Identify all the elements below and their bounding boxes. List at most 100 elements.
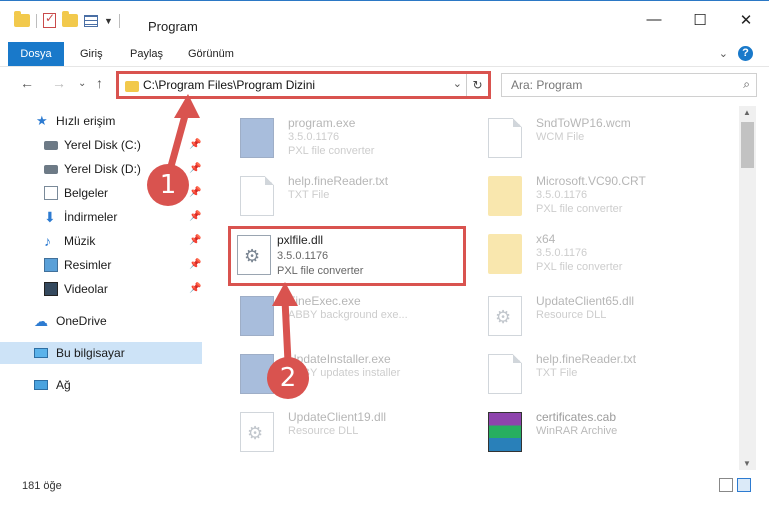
sidebar-item-this-pc[interactable]: Bu bilgisayar <box>0 342 202 364</box>
forward-arrow-icon[interactable]: → <box>52 75 66 91</box>
pin-icon[interactable]: 📌 <box>189 211 201 222</box>
videos-icon <box>44 282 58 296</box>
address-path[interactable]: C:\Program Files\Program Dizini <box>143 78 315 92</box>
properties-icon[interactable] <box>84 14 98 27</box>
navigation-bar: ← → ⌄ ↑ C:\Program Files\Program Dizini … <box>0 66 769 102</box>
folder-icon <box>488 176 522 216</box>
folder-icon[interactable] <box>14 11 30 27</box>
pin-icon[interactable]: 📌 <box>189 235 201 246</box>
sidebar-item-quick-access[interactable]: ★ Hızlı erişim <box>0 110 202 132</box>
file-type: Resource DLL <box>288 425 359 437</box>
status-bar: 181 öğe <box>0 472 769 507</box>
folder-icon <box>488 234 522 274</box>
refresh-icon[interactable]: ↻ <box>466 74 488 96</box>
ribbon-right: ⌄ ? <box>719 46 753 61</box>
cloud-icon: ☁ <box>34 313 48 329</box>
item-count: 181 öğe <box>22 480 62 492</box>
sidebar-item-label: Hızlı erişim <box>56 114 116 128</box>
file-type: WinRAR Archive <box>536 425 618 437</box>
tab-file[interactable]: Dosya <box>8 42 64 66</box>
file-type: TXT File <box>288 189 330 201</box>
tab-home[interactable]: Giriş <box>80 42 103 66</box>
file-name: SndToWP16.wcm <box>536 116 631 130</box>
dll-gear-icon <box>240 412 274 452</box>
file-description: ABBY background exe... <box>288 309 408 321</box>
details-view-icon[interactable] <box>719 478 733 492</box>
ribbon-expand-icon[interactable]: ⌄ <box>719 47 728 60</box>
view-toggles <box>719 478 751 492</box>
scrollbar-thumb[interactable] <box>741 122 754 168</box>
separator <box>36 13 37 28</box>
window-title: Program <box>148 19 198 34</box>
sidebar-item-label: Videolar <box>64 282 108 296</box>
address-dropdown-icon[interactable]: ⌄ <box>453 77 462 90</box>
list-item[interactable]: x64 3.5.0.1176 PXL file converter <box>472 226 720 284</box>
help-icon[interactable]: ? <box>738 46 753 61</box>
close-button[interactable]: ✕ <box>723 11 769 29</box>
customize-dropdown-icon[interactable]: ▼ <box>104 16 113 26</box>
list-item[interactable]: FineExec.exe ABBY background exe... <box>224 288 472 346</box>
search-input[interactable]: Ara: Program ⌕ <box>501 73 757 97</box>
list-item[interactable]: help.fineReader.txt TXT File <box>224 168 472 226</box>
disk-icon <box>44 165 58 174</box>
tab-view[interactable]: Görünüm <box>188 42 234 66</box>
pin-icon[interactable]: 📌 <box>189 187 201 198</box>
search-icon[interactable]: ⌕ <box>743 77 750 92</box>
scroll-up-icon[interactable]: ▲ <box>743 108 751 117</box>
sidebar-item-label: Yerel Disk (D:) <box>64 162 141 176</box>
list-item[interactable]: program.exe 3.5.0.1176 PXL file converte… <box>224 110 472 168</box>
file-description: PXL file converter <box>536 203 623 215</box>
minimize-button[interactable]: — <box>631 11 677 29</box>
list-item[interactable]: certificates.cab WinRAR Archive <box>472 404 720 462</box>
sidebar-item-onedrive[interactable]: ☁ OneDrive <box>0 310 202 332</box>
pin-icon[interactable]: 📌 <box>189 139 201 150</box>
file-name: x64 <box>536 232 556 246</box>
list-item[interactable]: UpdateInstaller.exe ABBY updates install… <box>224 346 472 404</box>
file-version: 3.5.0.1176 <box>536 247 588 259</box>
file-description: PXL file converter <box>536 261 623 273</box>
file-version: 3.5.0.1176 <box>277 250 329 262</box>
sidebar-item-network[interactable]: Ağ <box>0 374 202 396</box>
tab-share[interactable]: Paylaş <box>130 42 163 66</box>
scroll-down-icon[interactable]: ▼ <box>743 459 751 468</box>
file-name: help.fineReader.txt <box>536 352 637 366</box>
pin-icon[interactable]: 📌 <box>189 283 201 294</box>
disk-icon <box>44 141 58 150</box>
pin-icon[interactable]: 📌 <box>189 259 201 270</box>
sidebar-item-label: Belgeler <box>64 186 109 200</box>
list-item[interactable]: Microsoft.VC90.CRT 3.5.0.1176 PXL file c… <box>472 168 720 226</box>
list-item[interactable]: UpdateClient65.dll Resource DLL <box>472 288 720 346</box>
tiles-view-icon[interactable] <box>737 478 751 492</box>
sidebar-item-label: İndirmeler <box>64 210 118 224</box>
network-icon <box>34 380 48 390</box>
list-item[interactable]: UpdateClient19.dll Resource DLL <box>224 404 472 462</box>
list-item[interactable]: help.fineReader.txt TXT File <box>472 346 720 404</box>
sidebar-item-pictures[interactable]: Resimler 📌 <box>0 254 202 276</box>
address-bar[interactable]: C:\Program Files\Program Dizini ⌄ ↻ <box>116 71 491 99</box>
title-bar: ▼ Program — ☐ ✕ <box>0 0 769 40</box>
sidebar-item-videos[interactable]: Videolar 📌 <box>0 278 202 300</box>
application-icon <box>240 296 274 336</box>
new-folder-icon[interactable] <box>62 11 78 27</box>
file-version: 3.5.0.1176 <box>536 189 588 201</box>
maximize-button[interactable]: ☐ <box>677 11 723 29</box>
recent-locations-icon[interactable]: ⌄ <box>78 78 86 89</box>
sidebar-item-downloads[interactable]: ⬇ İndirmeler 📌 <box>0 206 202 228</box>
sidebar-item-disk-c[interactable]: Yerel Disk (C:) 📌 <box>0 134 202 156</box>
list-item-pxlfile[interactable]: pxlfile.dll 3.5.0.1176 PXL file converte… <box>228 226 466 286</box>
file-description: PXL file converter <box>288 145 375 157</box>
sidebar-item-label: Resimler <box>64 258 112 272</box>
step-2-badge: 2 <box>267 357 309 399</box>
properties-check-icon[interactable] <box>43 11 56 28</box>
list-item[interactable]: SndToWP16.wcm WCM File <box>472 110 720 168</box>
pictures-icon <box>44 258 58 272</box>
up-arrow-icon[interactable]: ↑ <box>96 75 103 91</box>
pin-icon[interactable]: 📌 <box>189 163 201 174</box>
file-name: pxlfile.dll <box>277 233 324 247</box>
sidebar-item-music[interactable]: ♪ Müzik 📌 <box>0 230 202 252</box>
sidebar-item-label: Ağ <box>56 378 71 392</box>
back-arrow-icon[interactable]: ← <box>20 75 34 91</box>
vertical-scrollbar[interactable]: ▲ ▼ <box>739 106 756 470</box>
search-placeholder: Ara: Program <box>511 78 583 92</box>
sidebar-item-label: Yerel Disk (C:) <box>64 138 141 152</box>
